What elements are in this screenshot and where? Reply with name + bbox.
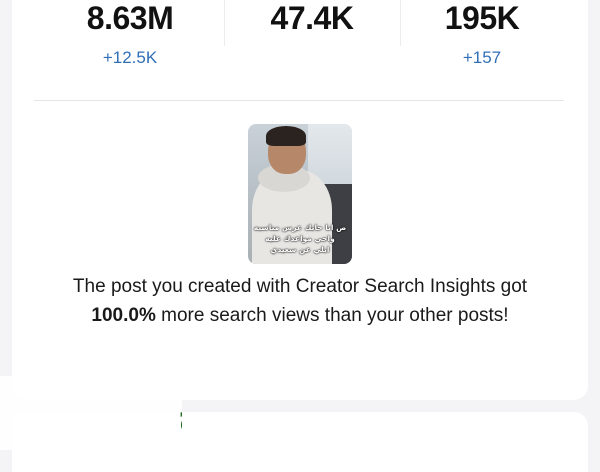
insight-message-highlight: 100.0%: [91, 305, 156, 326]
stat-views-value: 8.63M: [86, 0, 174, 36]
video-caption: ص انا حابك عرس مناسبه واجي مواعدك عليه ا…: [250, 222, 350, 255]
video-caption-line: واجي مواعدك عليه: [265, 234, 335, 243]
thumbnail-hair: [266, 126, 306, 146]
stats-row: 8.63M +12.5K 47.4K 195K +157: [12, 0, 588, 88]
stat-likes[interactable]: 47.4K: [222, 0, 402, 48]
watermark-text-graphic: موقع حراج: [178, 395, 182, 435]
video-thumbnail[interactable]: ص انا حابك عرس مناسبه واجي مواعدك عليه ا…: [248, 124, 352, 264]
insight-message-suffix: more search views than your other posts!: [155, 305, 509, 326]
stat-followers[interactable]: 195K +157: [392, 0, 572, 68]
watermark-logo: موقع حراج: [0, 376, 182, 450]
stat-views-delta: +12.5K: [102, 48, 158, 67]
stat-followers-delta: +157: [462, 48, 502, 67]
video-caption-line: ص انا حابك عرس مناسبه: [253, 223, 347, 232]
stat-likes-value: 47.4K: [270, 0, 354, 36]
video-caption-line: ابلي عن سعيدي: [270, 245, 330, 254]
section-divider: [34, 100, 564, 101]
insight-message: The post you created with Creator Search…: [42, 272, 558, 330]
stat-views[interactable]: 8.63M +12.5K: [40, 0, 220, 68]
stat-followers-value: 195K: [444, 0, 520, 36]
watermark-text: موقع حراج: [178, 395, 182, 435]
insights-card: 8.63M +12.5K 47.4K 195K +157 ص انا حابك …: [12, 0, 588, 400]
insight-message-prefix: The post you created with Creator Search…: [72, 276, 528, 297]
